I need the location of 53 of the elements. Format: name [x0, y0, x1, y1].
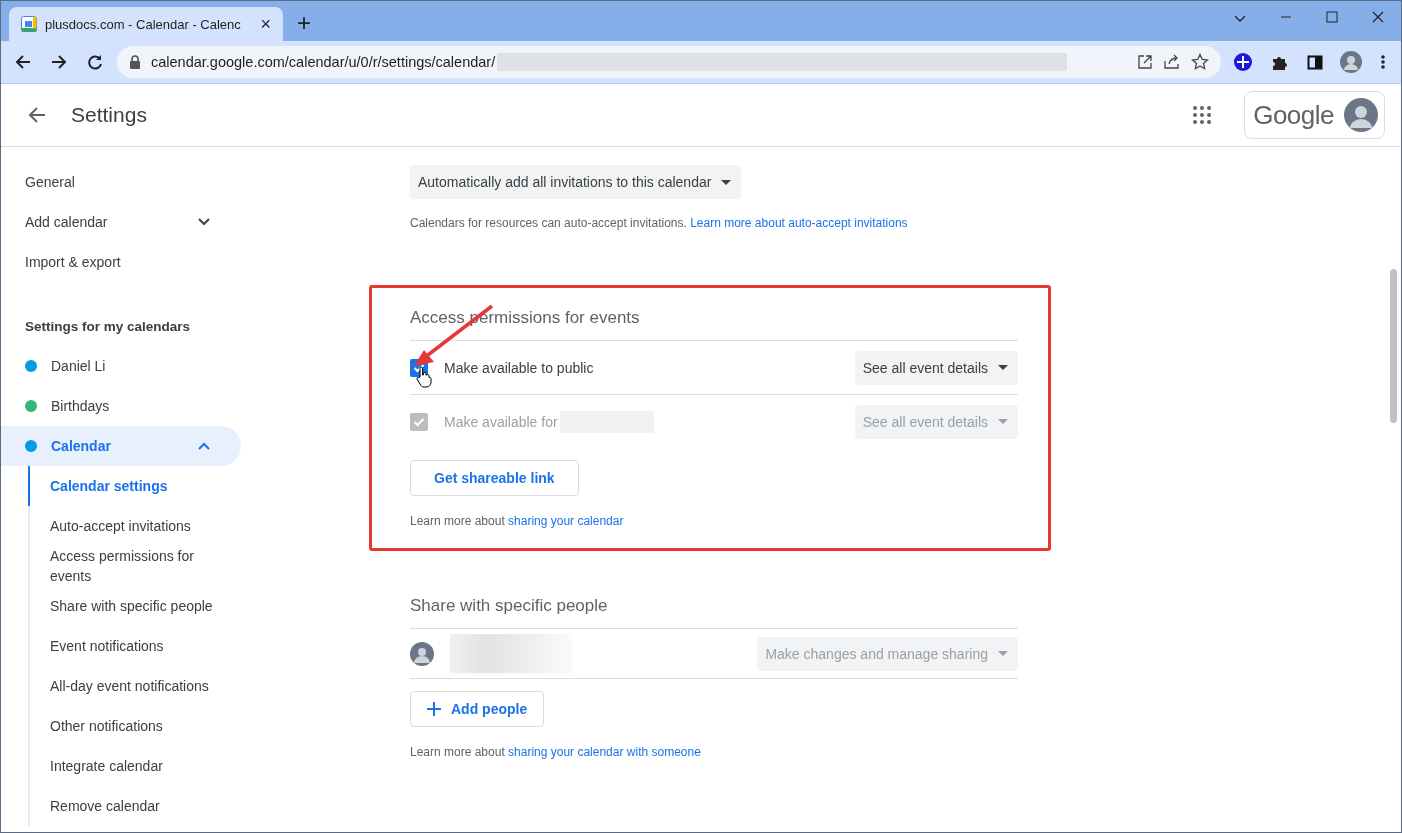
new-tab-button[interactable]: +	[293, 11, 315, 35]
caret-icon	[721, 179, 732, 185]
help-link[interactable]: Learn more about auto-accept invitations	[690, 216, 908, 230]
caret-icon	[998, 651, 1008, 656]
sidebar-item[interactable]: General	[1, 162, 241, 202]
avatar-icon	[410, 641, 434, 666]
open-in-window-icon[interactable]	[1137, 54, 1153, 70]
dropdown[interactable]: See all event details	[854, 350, 1018, 385]
sidebar-subitem[interactable]: Auto-accept invitations	[28, 506, 241, 546]
caret-icon	[998, 365, 1008, 370]
star-icon[interactable]	[1191, 53, 1209, 71]
apps-grid-icon[interactable]	[1192, 105, 1213, 125]
sidebar-subitem[interactable]: Share with specific people	[28, 586, 241, 626]
account-button[interactable]: Google	[1244, 91, 1385, 139]
avatar-icon[interactable]	[1337, 48, 1365, 76]
section-title: Share with specific people	[410, 596, 609, 616]
tab-title: plusdocs.com - Calendar - Calenc	[45, 16, 242, 32]
sidebar-subitem[interactable]: Access permissions for events	[28, 546, 241, 586]
sidebar-subitem[interactable]: All-day event notifications	[28, 666, 241, 706]
lock-icon	[129, 55, 141, 69]
hand-cursor-icon	[416, 366, 432, 388]
sidebar-item[interactable]: Add calendar	[1, 202, 241, 242]
help-link[interactable]: sharing your calendar	[508, 514, 624, 528]
sidebar-subitem[interactable]: Integrate calendar	[28, 746, 241, 786]
calendar-item[interactable]: Daniel Li	[1, 346, 241, 386]
section-heading: Settings for my calendars	[24, 317, 192, 336]
sidebar-subitem[interactable]: Other notifications	[28, 706, 241, 746]
help-text: Learn more about sharing your calendar with someone	[410, 745, 702, 759]
help-text: Learn more about sharing your calendar	[410, 514, 625, 528]
shareable-link-button[interactable]: Get shareable link	[410, 460, 579, 496]
avatar-icon	[1344, 98, 1378, 132]
browser-tab[interactable]: plusdocs.com - Calendar - Calenc ×	[9, 7, 283, 41]
caret-icon	[998, 419, 1008, 424]
dropdown[interactable]: Automatically add all invitations to this calendar	[410, 165, 742, 199]
calendar-item[interactable]: Calendar	[1, 426, 241, 466]
tab-close-button[interactable]: ×	[260, 15, 271, 33]
option-label: Make available for	[444, 413, 558, 430]
address-bar[interactable]: calendar.google.com/calendar/u/0/r/settings/calendar/	[117, 46, 1221, 78]
sidebar-subitem[interactable]: Calendar settings	[28, 466, 241, 506]
option-label: Make available to public	[444, 359, 594, 376]
sidebar-subitem[interactable]: Event notifications	[28, 626, 241, 666]
add-people-button[interactable]: Add people	[410, 691, 545, 727]
url-text: calendar.google.com/calendar/u/0/r/settings/calendar/	[151, 54, 496, 70]
share-icon[interactable]	[1163, 54, 1181, 70]
calendar-item[interactable]: Birthdays	[1, 386, 241, 426]
scrollbar-thumb[interactable]	[1390, 269, 1397, 423]
page-title: Settings	[71, 103, 148, 127]
sidebar-subitem[interactable]: Remove calendar	[28, 786, 241, 826]
help-text: Calendars for resources can auto-accept invitations. Learn more about auto-accept invitations	[410, 216, 909, 230]
help-link[interactable]: sharing your calendar with someone	[508, 745, 701, 759]
sidebar-item[interactable]: Import & export	[1, 242, 241, 282]
plus-icon	[427, 702, 441, 716]
calendar-icon	[21, 16, 37, 32]
